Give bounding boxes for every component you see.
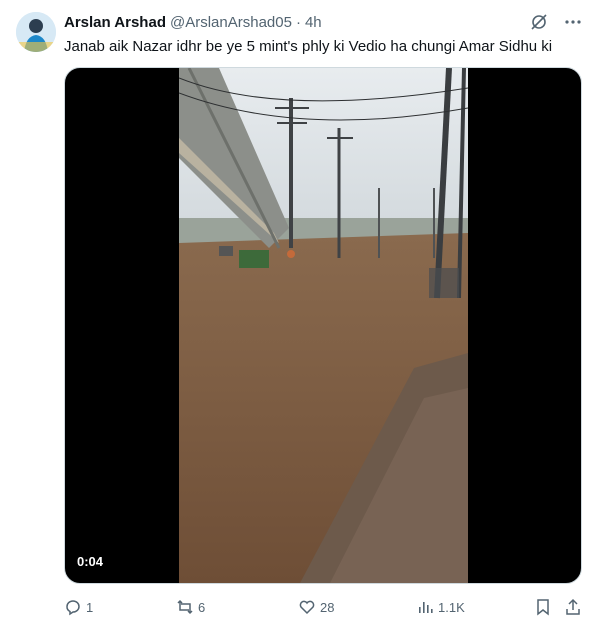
reply-count: 1 xyxy=(86,599,94,615)
heart-icon xyxy=(299,600,315,615)
timestamp[interactable]: 4h xyxy=(305,14,322,31)
bookmark-icon xyxy=(537,599,549,616)
tweet[interactable]: Arslan Arshad @ArslanArshad05 · 4h Janab… xyxy=(0,0,599,632)
more-icon[interactable] xyxy=(563,12,583,32)
video-duration: 0:04 xyxy=(77,554,104,569)
separator-dot: · xyxy=(295,13,301,31)
grok-icon[interactable] xyxy=(529,12,549,32)
header-icons xyxy=(529,12,583,32)
share-icon xyxy=(566,598,580,615)
author-handle[interactable]: @ArslanArshad05 xyxy=(170,14,292,31)
tweet-header: Arslan Arshad @ArslanArshad05 · 4h xyxy=(64,12,583,32)
author-name[interactable]: Arslan Arshad xyxy=(64,14,166,31)
views-icon xyxy=(419,602,433,613)
share-button[interactable] xyxy=(564,598,586,616)
reply-icon xyxy=(66,600,80,616)
like-button[interactable]: 28 xyxy=(298,598,334,616)
reply-button[interactable]: 1 xyxy=(64,598,93,616)
video-frame[interactable] xyxy=(179,68,468,583)
avatar[interactable] xyxy=(16,12,56,52)
bookmark-button[interactable] xyxy=(534,598,556,616)
repost-icon xyxy=(177,599,193,615)
like-count: 28 xyxy=(320,599,335,615)
views-count: 1.1K xyxy=(438,599,465,615)
repost-count: 6 xyxy=(198,599,206,615)
tweet-actions: 1 6 28 1.1K xyxy=(64,596,583,618)
repost-button[interactable]: 6 xyxy=(176,598,205,616)
tweet-text: Janab aik Nazar idhr be ye 5 mint's phly… xyxy=(64,38,553,55)
views-button[interactable]: 1.1K xyxy=(416,598,465,616)
video-player[interactable]: 0:04 xyxy=(64,67,582,584)
